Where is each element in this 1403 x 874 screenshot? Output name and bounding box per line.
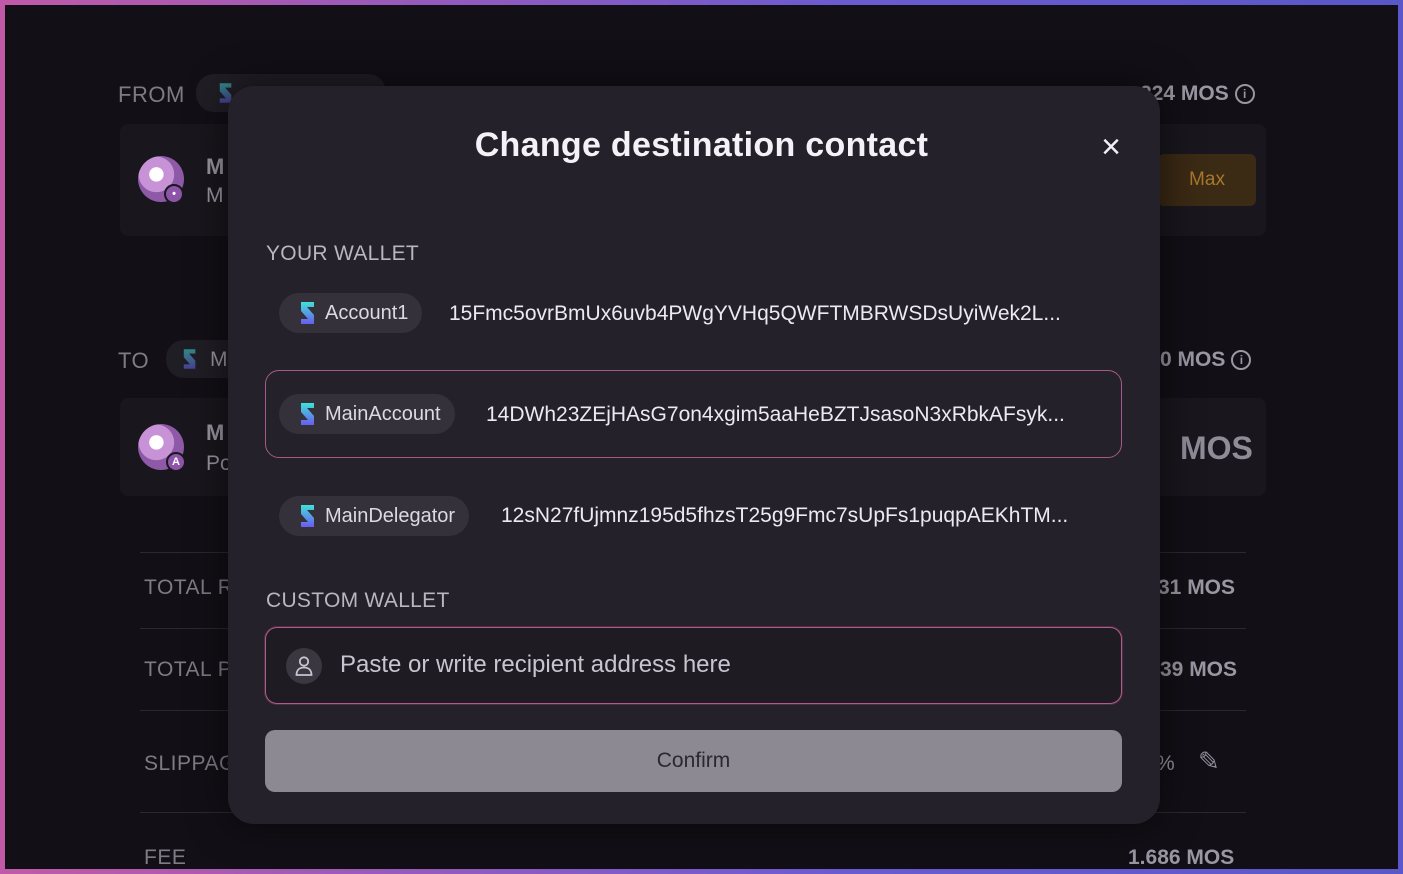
wallet-name: MainAccount [325,402,441,425]
wallet-name-chip: Account1 [279,293,423,333]
info-icon: i [1231,350,1252,370]
info-icon: i [1234,84,1255,104]
pencil-icon[interactable]: ✎ [1198,746,1220,777]
to-chip-text: M [210,348,228,371]
wallet-address: 14DWh23ZEjHAsG7on4xgim5aaHeBZTJsasoN3xRb… [486,403,1065,426]
wallet-option-account1[interactable]: Account1 15Fmc5ovrBmUx6uvb4PWgYVHq5QWFTM… [265,270,1122,358]
confirm-button[interactable]: Confirm [265,730,1122,792]
network-logo-icon [183,349,196,369]
network-logo-icon [301,403,314,425]
to-amount-unit: MOS [1180,430,1253,466]
close-icon[interactable]: × [1094,130,1128,164]
to-token-name: M [206,420,225,445]
wallet-address: 12sN27fUjmnz195d5fhzsT25g9Fmc7sUpFs1puqp… [501,504,1069,527]
from-token-badge: • [164,184,184,204]
wallet-name-chip: MainAccount [279,394,455,434]
custom-wallet-label: CUSTOM WALLET [266,589,450,612]
wallet-option-maindelegator[interactable]: MainDelegator 12sN27fUjmnz195d5fhzsT25g9… [265,472,1122,560]
fee-value: 1.686 MOS [1128,846,1235,869]
total-paid-label: TOTAL P [144,658,233,681]
total-paid-value: 39 MOS [1160,658,1238,681]
total-received-value: 31 MOS [1158,576,1236,599]
fee-label: FEE [144,846,187,869]
wallet-address: 15Fmc5ovrBmUx6uvb4PWgYVHq5QWFTMBRWSDsUyi… [449,302,1061,325]
to-balance: 0 MOS i [1160,348,1252,372]
modal-title: Change destination contact [474,126,929,164]
to-token-badge: A [166,452,186,472]
recipient-address-input[interactable] [340,628,1100,702]
to-label: TO [118,348,150,373]
your-wallet-label: YOUR WALLET [266,242,420,265]
network-logo-icon [301,302,314,324]
slippage-label: SLIPPAG [144,752,236,775]
from-token-sub: M [206,184,224,207]
wallet-name: Account1 [325,301,409,324]
user-icon [286,648,322,684]
total-received-label: TOTAL R [144,576,234,599]
wallet-name: MainDelegator [325,504,456,527]
wallet-name-chip: MainDelegator [279,496,470,536]
wallet-option-mainaccount[interactable]: MainAccount 14DWh23ZEjHAsG7on4xgim5aaHeB… [265,370,1122,458]
custom-wallet-field[interactable] [265,627,1122,704]
network-logo-icon [301,505,314,527]
from-label: FROM [118,82,185,107]
